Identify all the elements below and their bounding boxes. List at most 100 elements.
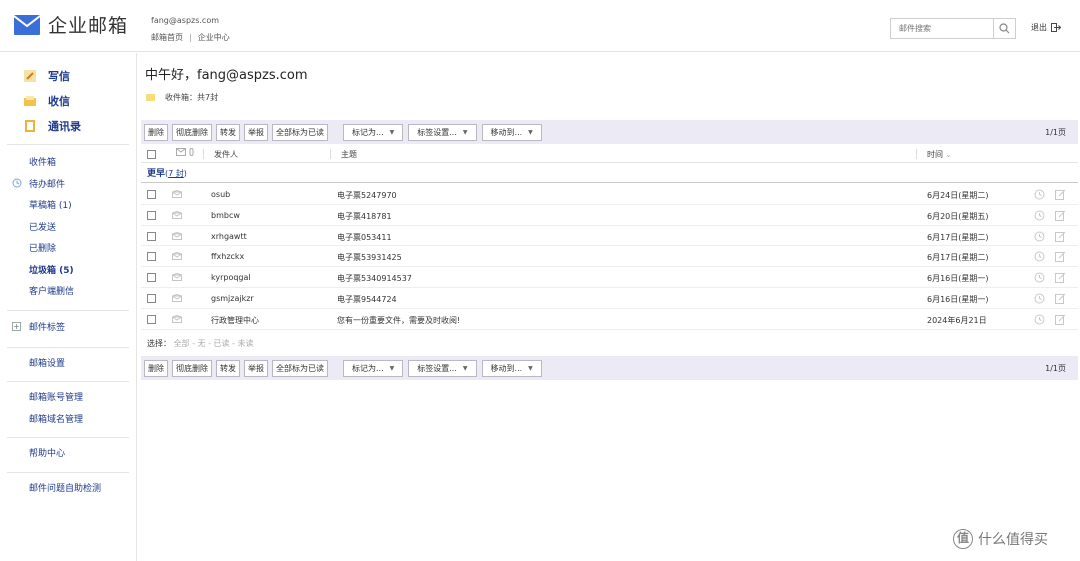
mail-row[interactable]: xrhgawtt 电子票053411 6月17日(星期二) <box>141 226 1078 247</box>
row-checkbox[interactable] <box>147 314 156 324</box>
sidebar-divider <box>7 471 129 473</box>
mail-row[interactable]: 行政管理中心 您有一份重要文件，需要及时收阅! 2024年6月21日 <box>141 309 1078 330</box>
folder-inbox[interactable]: 收件箱 <box>0 151 136 173</box>
mark-as-dropdown[interactable]: 标记为... ▼ <box>343 123 404 141</box>
select-all-link[interactable]: 全部 <box>174 339 190 348</box>
edit-icon[interactable] <box>1055 314 1066 325</box>
mail-sender[interactable]: ffxhzckx <box>211 252 244 261</box>
edit-icon[interactable] <box>1055 231 1066 242</box>
folder-drafts[interactable]: 草稿箱 (1) <box>0 194 136 216</box>
mail-sender[interactable]: kyrpoqgal <box>211 273 251 282</box>
report-button[interactable]: 举报 <box>244 359 268 377</box>
mail-sender[interactable]: xrhgawtt <box>211 232 247 241</box>
report-button[interactable]: 举报 <box>244 123 268 141</box>
reminder-icon[interactable] <box>1034 272 1045 283</box>
move-to-dropdown[interactable]: 移动到... ▼ <box>481 359 542 377</box>
mail-subject[interactable]: 电子票9544724 <box>337 294 397 305</box>
row-checkbox[interactable] <box>147 293 156 303</box>
select-none-link[interactable]: 无 <box>198 339 206 348</box>
mail-row[interactable]: osub 电子票5247970 6月24日(星期二) <box>141 184 1078 205</box>
reminder-icon[interactable] <box>1034 210 1045 221</box>
mail-subject[interactable]: 电子票5340914537 <box>337 273 412 284</box>
mail-tags-toggle[interactable]: + 邮件标签 <box>0 315 136 339</box>
select-unread-link[interactable]: 未读 <box>238 339 254 348</box>
row-checkbox[interactable] <box>147 190 156 199</box>
move-to-dropdown[interactable]: 移动到... ▼ <box>481 123 542 141</box>
contacts-label: 通讯录 <box>48 119 81 133</box>
row-checkbox[interactable] <box>147 252 156 262</box>
tag-settings-dropdown[interactable]: 标签设置... ▼ <box>408 359 477 377</box>
folder-label: 垃圾箱 (5) <box>29 265 74 276</box>
logo[interactable]: 企业邮箱 <box>14 11 128 38</box>
help-center-link[interactable]: 帮助中心 <box>0 442 136 464</box>
mailbox-settings-link[interactable]: 邮箱设置 <box>0 352 136 374</box>
mail-row[interactable]: kyrpoqgal 电子票5340914537 6月16日(星期一) <box>141 267 1078 288</box>
mail-row[interactable]: ffxhzckx 电子票53931425 6月17日(星期二) <box>141 246 1078 268</box>
logout-button[interactable]: 退出 <box>1031 22 1061 33</box>
mail-subject[interactable]: 电子票5247970 <box>337 190 397 201</box>
enterprise-center-link[interactable]: 企业中心 <box>198 33 230 42</box>
edit-icon[interactable] <box>1055 251 1066 263</box>
mark-all-read-button[interactable]: 全部标为已读 <box>272 359 328 377</box>
mail-subject[interactable]: 电子票53931425 <box>337 252 402 263</box>
link-separator: | <box>189 33 192 42</box>
folder-label: 已发送 <box>29 222 57 233</box>
row-checkbox[interactable] <box>147 231 156 241</box>
mail-sender[interactable]: osub <box>211 190 230 199</box>
mark-all-read-button[interactable]: 全部标为已读 <box>272 123 328 141</box>
folder-client-deleted[interactable]: 客户端删信 <box>0 280 136 302</box>
forward-button[interactable]: 转发 <box>216 123 240 141</box>
select-read-link[interactable]: 已读 <box>214 339 230 348</box>
row-checkbox[interactable] <box>147 210 156 220</box>
permanent-delete-button[interactable]: 彻底删除 <box>172 123 212 141</box>
time-column-header[interactable]: 时间 ⌄ <box>927 149 951 160</box>
mailbox-home-link[interactable]: 邮箱首页 <box>151 33 183 42</box>
caret-down-icon: ▼ <box>528 128 533 136</box>
folder-spam[interactable]: 垃圾箱 (5) <box>0 259 136 281</box>
contacts-button[interactable]: 通讯录 <box>7 113 129 138</box>
greeting: 中午好，fang@aspzs.com <box>145 68 308 83</box>
folder-pending[interactable]: 待办邮件 <box>0 173 136 195</box>
group-count-link[interactable]: 7 封 <box>168 169 184 178</box>
account-management-link[interactable]: 邮箱账号管理 <box>0 386 136 408</box>
reminder-icon[interactable] <box>1034 231 1045 242</box>
reminder-icon[interactable] <box>1034 251 1045 262</box>
row-checkbox[interactable] <box>147 273 156 283</box>
permanent-delete-button[interactable]: 彻底删除 <box>172 359 212 377</box>
sidebar-divider <box>7 381 129 382</box>
mail-sender[interactable]: gsmjzajkzr <box>211 294 254 303</box>
mark-as-dropdown[interactable]: 标记为... ▼ <box>343 359 404 377</box>
subject-column-header[interactable]: 主题 <box>341 149 357 160</box>
mail-subject[interactable]: 您有一份重要文件，需要及时收阅! <box>337 315 460 326</box>
delete-button[interactable]: 删除 <box>144 123 168 141</box>
reminder-icon[interactable] <box>1034 314 1045 325</box>
compose-button[interactable]: 写信 <box>7 63 129 88</box>
pager: 1/1页 <box>1045 127 1066 137</box>
tag-settings-dropdown[interactable]: 标签设置... ▼ <box>408 123 477 141</box>
receive-button[interactable]: 收信 <box>7 88 129 113</box>
domain-management-link[interactable]: 邮箱域名管理 <box>0 408 136 430</box>
mail-sender[interactable]: 行政管理中心 <box>211 315 259 326</box>
mail-row[interactable]: bmbcw 电子票418781 6月20日(星期五) <box>141 205 1078 226</box>
sender-column-header[interactable]: 发件人 <box>214 149 238 160</box>
edit-icon[interactable] <box>1055 272 1066 284</box>
search-button[interactable] <box>993 19 1015 38</box>
mail-row[interactable]: gsmjzajkzr 电子票9544724 6月16日(星期一) <box>141 288 1078 309</box>
edit-icon[interactable] <box>1055 210 1066 221</box>
mail-sender[interactable]: bmbcw <box>211 211 240 220</box>
folder-deleted[interactable]: 已删除 <box>0 237 136 259</box>
folder-label: 草稿箱 (1) <box>29 201 72 212</box>
select-all-checkbox[interactable] <box>147 150 156 159</box>
reminder-icon[interactable] <box>1034 189 1045 200</box>
expand-plus-icon: + <box>12 322 21 331</box>
mail-subject[interactable]: 电子票418781 <box>337 211 392 222</box>
self-check-link[interactable]: 邮件问题自助检测 <box>0 477 136 499</box>
mail-search-input[interactable] <box>891 19 993 38</box>
folder-sent[interactable]: 已发送 <box>0 216 136 238</box>
reminder-icon[interactable] <box>1034 293 1045 304</box>
edit-icon[interactable] <box>1055 293 1066 304</box>
mail-subject[interactable]: 电子票053411 <box>337 232 392 243</box>
edit-icon[interactable] <box>1055 189 1066 200</box>
forward-button[interactable]: 转发 <box>216 359 240 377</box>
delete-button[interactable]: 删除 <box>144 359 168 377</box>
